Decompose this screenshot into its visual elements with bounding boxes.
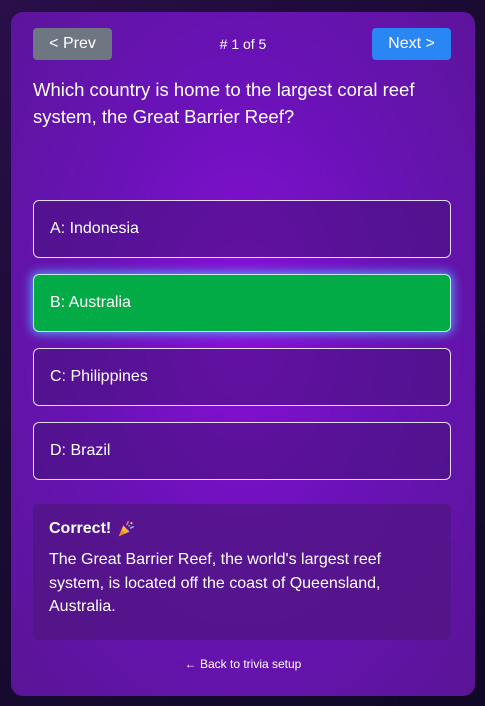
party-popper-icon: [119, 521, 135, 537]
feedback-panel: Correct! The Great Barrier Reef, the wor…: [33, 504, 451, 640]
question-text: Which country is home to the largest cor…: [33, 79, 415, 127]
feedback-explanation: The Great Barrier Reef, the world's larg…: [49, 551, 382, 615]
back-to-setup-link[interactable]: ← Back to trivia setup: [11, 657, 475, 671]
feedback-header: Correct!: [49, 520, 435, 538]
feedback-title: Correct!: [49, 520, 112, 537]
option-d[interactable]: D: Brazil: [33, 422, 451, 480]
trivia-card: < Prev # 1 of 5 Next > Which country is …: [11, 12, 475, 696]
option-a[interactable]: A: Indonesia: [33, 200, 451, 258]
option-b[interactable]: B: Australia: [33, 274, 451, 332]
next-button[interactable]: Next >: [372, 28, 451, 60]
option-c[interactable]: C: Philippines: [33, 348, 451, 406]
